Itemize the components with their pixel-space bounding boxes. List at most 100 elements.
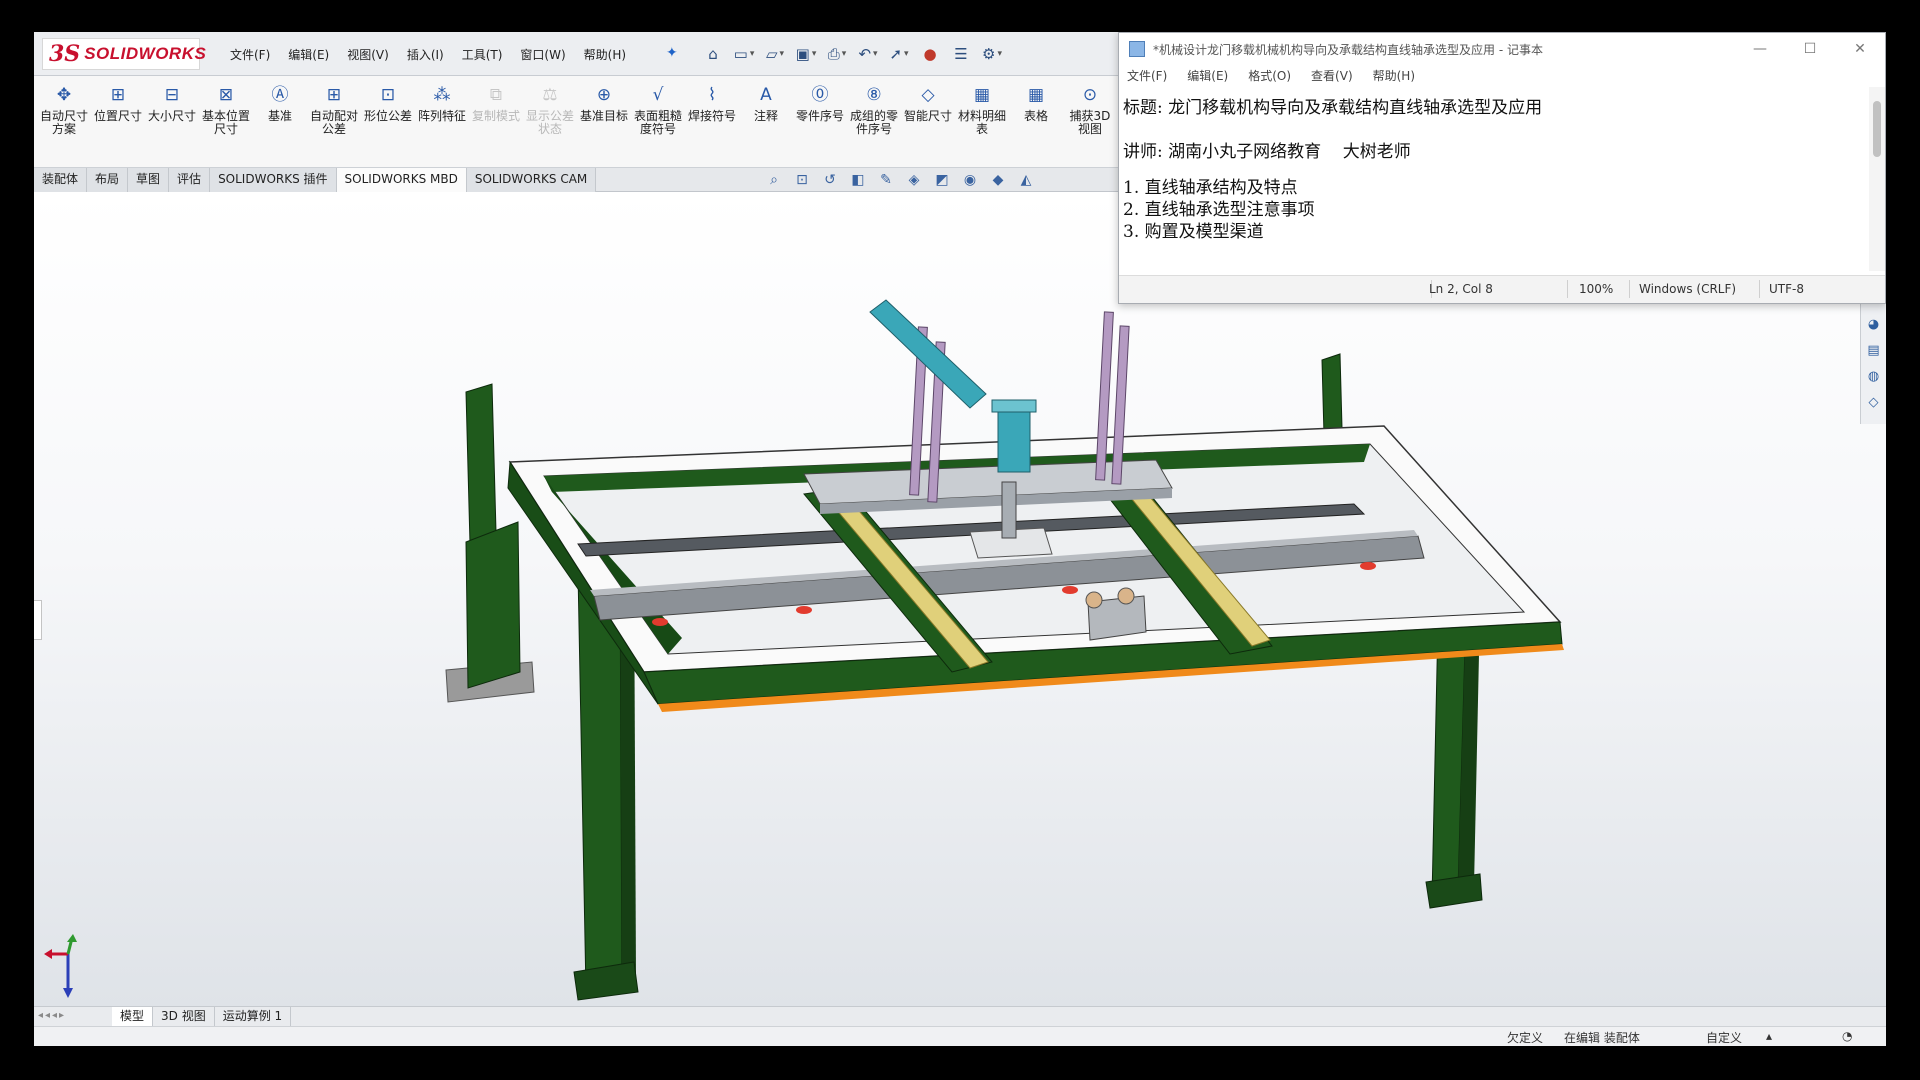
hide-show-items-icon[interactable]: ◉ [960, 170, 980, 190]
cmd-tolerance-status-button[interactable]: ⚖ 显示公差状态 [524, 82, 576, 162]
display-style-icon[interactable]: ◩ [932, 170, 952, 190]
tab-cm-5[interactable]: SOLIDWORKS MBD [336, 168, 467, 192]
np-menu-edit[interactable]: 编辑(E) [1187, 65, 1228, 87]
cmd-table-button[interactable]: ▦ 表格 [1010, 82, 1062, 162]
status-units[interactable]: 自定义 [1706, 1029, 1742, 1046]
red-sensor-3[interactable] [1062, 586, 1078, 594]
solidworks-logo[interactable]: 3S SOLIDWORKS [42, 38, 206, 70]
tab-model[interactable]: 模型 [112, 1007, 154, 1027]
maximize-icon[interactable]: ☐ [1785, 33, 1835, 65]
tab-scroll-arrows-icon[interactable]: ◂◂◂▸ [38, 1010, 66, 1021]
red-sensor-2[interactable] [796, 606, 812, 614]
units-chevron-icon[interactable]: ▴ [1766, 1029, 1772, 1043]
rebuild-icon[interactable]: ● [919, 43, 941, 65]
appearances-icon[interactable]: ◇ [1865, 394, 1883, 412]
cmd-stacked-balloon-button[interactable]: ⑧ 成组的零件序号 [848, 82, 900, 162]
feature-manager-collapse-handle[interactable] [34, 600, 42, 640]
cmd-bom-button[interactable]: ▦ 材料明细表 [956, 82, 1008, 162]
notepad-vertical-scrollbar[interactable] [1869, 87, 1885, 271]
tab-cm-6[interactable]: SOLIDWORKS CAM [466, 168, 597, 192]
tab-cm-4[interactable]: SOLIDWORKS 插件 [210, 168, 337, 192]
status-definition: 欠定义 [1507, 1031, 1544, 1045]
new-document-icon[interactable]: ▭ [733, 43, 755, 65]
cmd-location-dimension-button[interactable]: ⊞ 位置尺寸 [92, 82, 144, 162]
lift-column[interactable] [1001, 481, 1017, 539]
tab-cm-3[interactable]: 评估 [169, 168, 211, 192]
apply-scene-icon[interactable]: ◭ [1016, 170, 1036, 190]
menu-edit[interactable]: 编辑(E) [288, 46, 329, 63]
menu-view[interactable]: 视图(V) [347, 46, 389, 63]
pin-icon[interactable]: ✦ [666, 46, 680, 60]
np-menu-help[interactable]: 帮助(H) [1373, 65, 1415, 87]
cmd-note-button[interactable]: A 注释 [740, 82, 792, 162]
red-sensor-4[interactable] [1360, 562, 1376, 570]
np-menu-view[interactable]: 查看(V) [1311, 65, 1353, 87]
np-menu-file[interactable]: 文件(F) [1127, 65, 1167, 87]
lift-motor[interactable] [997, 407, 1031, 473]
file-explorer-icon[interactable]: ▤ [1865, 342, 1883, 360]
lift-motor-cap[interactable] [991, 399, 1037, 413]
notepad-window[interactable]: *机械设计龙门移载机械机构导向及承载结构直线轴承选型及应用 - 记事本 — ☐ … [1118, 32, 1886, 304]
tab-cm-2[interactable]: 草图 [128, 168, 170, 192]
zoom-to-fit-icon[interactable]: ⌕ [764, 170, 784, 190]
zoom-level: 100% [1579, 282, 1614, 296]
cmd-size-dimension-button[interactable]: ⊟ 大小尺寸 [146, 82, 198, 162]
section-view-icon[interactable]: ◧ [848, 170, 868, 190]
menu-insert[interactable]: 插入(I) [407, 46, 444, 63]
back-left-leg[interactable] [465, 383, 497, 545]
cmd-datum-button[interactable]: Ⓐ 基准 [254, 82, 306, 162]
menu-help[interactable]: 帮助(H) [584, 46, 626, 63]
help-bubble-icon[interactable]: ◔ [1842, 1029, 1852, 1043]
balloon-icon: ⓪ [811, 84, 829, 105]
view-orientation-icon[interactable]: ◈ [904, 170, 924, 190]
notepad-text-area[interactable]: 标题: 龙门移载机构导向及承载结构直线轴承选型及应用 讲师: 湖南小丸子网络教育… [1119, 87, 1869, 271]
pneumatic-cylinder[interactable] [869, 299, 987, 409]
previous-view-icon[interactable]: ↺ [820, 170, 840, 190]
close-icon[interactable]: ✕ [1835, 33, 1885, 65]
file-properties-icon[interactable]: ☰ [950, 43, 972, 65]
minimize-icon[interactable]: — [1735, 33, 1785, 65]
cmd-copy-scheme-button[interactable]: ⧉ 复制模式 [470, 82, 522, 162]
edit-appearance-icon[interactable]: ◆ [988, 170, 1008, 190]
open-folder-icon[interactable]: ▱ [764, 43, 786, 65]
cmd-balloon-button[interactable]: ⓪ 零件序号 [794, 82, 846, 162]
tab-cm-1[interactable]: 布局 [87, 168, 129, 192]
cmd-capture-3d-view-button[interactable]: ⊙ 捕获3D视图 [1064, 82, 1116, 162]
cmd-smart-dimension-button[interactable]: ◇ 智能尺寸 [902, 82, 954, 162]
cmd-surface-finish-button[interactable]: √ 表面粗糙度符号 [632, 82, 684, 162]
view-palette-icon[interactable]: ◍ [1865, 368, 1883, 386]
menu-window[interactable]: 窗口(W) [520, 46, 565, 63]
select-pointer-icon[interactable]: ➚ [888, 43, 910, 65]
save-icon[interactable]: ▣ [795, 43, 817, 65]
stacked-balloon-icon: ⑧ [866, 84, 882, 105]
undo-icon[interactable]: ↶ [857, 43, 879, 65]
notepad-title-bar[interactable]: *机械设计龙门移载机械机构导向及承载结构直线轴承选型及应用 - 记事本 — ☐ … [1119, 33, 1885, 65]
dynamic-annotation-icon[interactable]: ✎ [876, 170, 896, 190]
back-left-leg-lower[interactable] [465, 521, 521, 689]
print-icon[interactable]: ⎙ [826, 43, 848, 65]
cmd-geometric-tolerance-button[interactable]: ⊡ 形位公差 [362, 82, 414, 162]
text-line-lecturer: 讲师: 湖南小丸子网络教育 大树老师 [1123, 142, 1411, 162]
menu-file[interactable]: 文件(F) [230, 46, 270, 63]
cmd-basic-location-dimension-button[interactable]: ⊠ 基本位置尺寸 [200, 82, 252, 162]
cmd-weld-symbol-button[interactable]: ⌇ 焊接符号 [686, 82, 738, 162]
options-gear-icon[interactable]: ⚙ [981, 43, 1003, 65]
tab-cm-0[interactable]: 装配体 [34, 168, 88, 192]
tab-motion-study[interactable]: 运动算例 1 [215, 1007, 292, 1027]
cmd-auto-dimension-button[interactable]: ✥ 自动尺寸方案 [38, 82, 90, 162]
np-menu-format[interactable]: 格式(O) [1248, 65, 1291, 87]
cmd-pattern-feature-button[interactable]: ⁂ 阵列特征 [416, 82, 468, 162]
tab-3d-view[interactable]: 3D 视图 [153, 1007, 215, 1027]
cmd-datum-target-button[interactable]: ⊕ 基准目标 [578, 82, 630, 162]
cmd-label: 阵列特征 [417, 109, 466, 123]
cmd-auto-pair-tolerance-button[interactable]: ⊞ 自动配对公差 [308, 82, 360, 162]
graphics-viewport[interactable]: ⌂ ◕ ▤ ◍ ◇ [34, 192, 1886, 1006]
gantry-assembly-model[interactable] [34, 192, 1886, 1006]
red-sensor-1[interactable] [652, 618, 668, 626]
zoom-area-icon[interactable]: ⊡ [792, 170, 812, 190]
cmd-label: 自动配对公差 [309, 109, 358, 136]
design-library-icon[interactable]: ◕ [1865, 316, 1883, 334]
home-icon[interactable]: ⌂ [702, 43, 724, 65]
menu-tools[interactable]: 工具(T) [462, 46, 503, 63]
front-left-foot[interactable] [573, 961, 639, 1001]
